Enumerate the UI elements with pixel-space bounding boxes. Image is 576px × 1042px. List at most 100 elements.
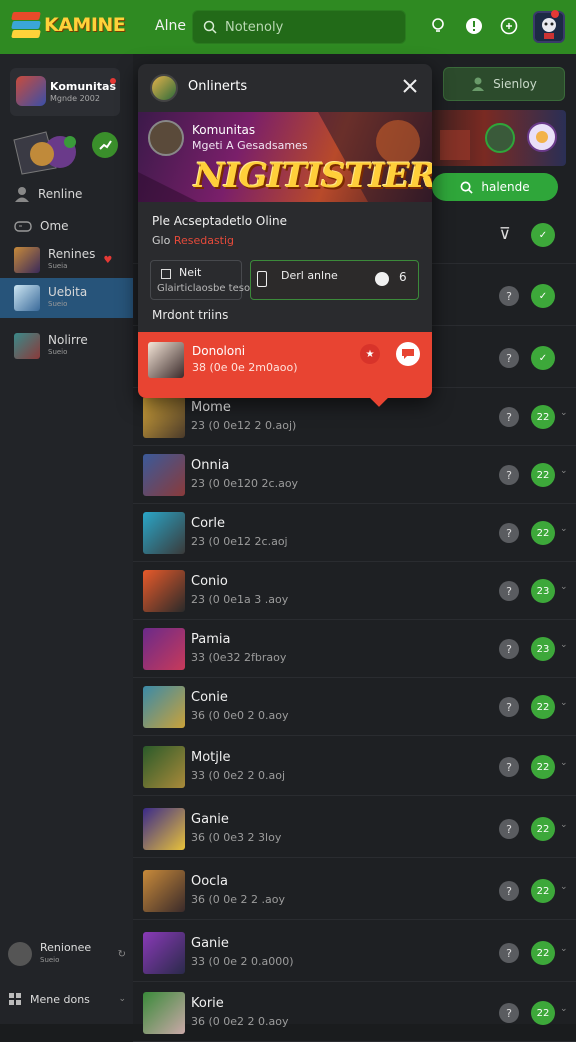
table-row[interactable]: Korie 36 (0 0e2 2 0.aoy? 22 ⌄ (133, 984, 576, 1042)
settings-icon[interactable]: ↻ (118, 949, 126, 960)
option-box-derl[interactable]: Derl anlne 6 (250, 260, 419, 300)
eye-icon[interactable] (375, 272, 389, 286)
footer-user-name: Renionee (40, 941, 92, 954)
popup-avatar (150, 74, 178, 102)
footer-user-sub: Sueio (40, 956, 60, 964)
game-meta: 38 (0e 0e 2m0aoo) (192, 361, 298, 374)
chevron-down-icon[interactable]: ⌄ (560, 820, 568, 830)
game-meta: 36 (0 0e3 2 3loy (191, 831, 282, 844)
checkbox[interactable] (161, 269, 171, 279)
info-icon[interactable]: ? (499, 881, 519, 901)
chevron-down-icon[interactable]: ⌄ (560, 582, 568, 592)
banner-headline: NIGITISTIER (194, 156, 432, 196)
game-meta: 36 (0 0e2 2 0.aoy (191, 1015, 289, 1028)
chevron-down-icon[interactable]: ⌄ (560, 408, 568, 418)
status-icon[interactable]: 22 (531, 1001, 555, 1025)
sidebar-footer-menu[interactable]: Mene dons ⌄ (8, 992, 126, 1006)
info-icon[interactable]: ? (499, 286, 519, 306)
table-row[interactable]: Onnia 23 (0 0e120 2c.aoy? 22 ⌄ (133, 446, 576, 504)
green-action-button[interactable]: halende (432, 173, 558, 201)
table-row[interactable]: Conio 23 (0 0e1a 3 .aoy? 23 ⌄ (133, 562, 576, 620)
sidebar-item-uebita[interactable]: Uebita Sueio (0, 278, 133, 318)
table-row[interactable]: Pamia 33 (0e32 2fbraoy? 23 ⌄ (133, 620, 576, 678)
game-name: Ganie (191, 812, 229, 827)
chat-icon[interactable] (498, 15, 520, 37)
status-icon[interactable]: ✓ (531, 284, 555, 308)
info-icon[interactable]: ? (499, 639, 519, 659)
option-box-neit[interactable]: Neit Glairticlaosbe tesoo (150, 260, 256, 300)
game-thumb (14, 285, 40, 311)
info-icon[interactable]: ? (499, 465, 519, 485)
popup-status: Glo Resedastig (152, 234, 234, 247)
sidebar-item-sub: Sueio (48, 348, 68, 356)
search-input[interactable]: Notenoly (192, 10, 406, 44)
info-icon[interactable]: ? (499, 819, 519, 839)
banner-line1: Komunitas (192, 123, 256, 137)
popup-header: Onlinerts (138, 64, 432, 110)
heart-icon: ♥ (103, 254, 113, 266)
section-title: Mrdont triins (152, 308, 229, 322)
status-icon[interactable]: 22 (531, 405, 555, 429)
status-icon[interactable]: 22 (531, 755, 555, 779)
status-icon[interactable]: 23 (531, 637, 555, 661)
game-thumb (143, 992, 185, 1034)
lightbulb-icon[interactable] (427, 15, 449, 37)
sidebar-profile-card[interactable]: Komunitas Mgnde 2002 (10, 68, 120, 116)
game-thumb (143, 808, 185, 850)
chat-bubble-icon[interactable] (396, 342, 420, 366)
info-icon[interactable]: ? (499, 943, 519, 963)
status-icon[interactable]: 23 (531, 579, 555, 603)
chevron-down-icon[interactable]: ⌄ (560, 882, 568, 892)
table-row[interactable]: Ganie 33 (0 0e 2 0.a000)? 22 ⌄ (133, 924, 576, 982)
status-icon[interactable]: ✓ (531, 223, 555, 247)
status-icon[interactable]: 22 (531, 817, 555, 841)
info-icon[interactable]: ? (499, 1003, 519, 1023)
status-icon[interactable]: 22 (531, 879, 555, 903)
table-row[interactable]: Ganie 36 (0 0e3 2 3loy? 22 ⌄ (133, 800, 576, 858)
alert-icon[interactable] (463, 15, 485, 37)
table-row[interactable]: Corle 23 (0 0e12 2c.aoj? 22 ⌄ (133, 504, 576, 562)
app-logo[interactable]: KAMINE (11, 12, 126, 38)
info-icon[interactable]: ? (499, 523, 519, 543)
info-icon[interactable]: ? (499, 581, 519, 601)
profile-avatar[interactable] (533, 11, 565, 43)
status-icon[interactable]: ✓ (531, 346, 555, 370)
chevron-down-icon[interactable]: ⌄ (560, 524, 568, 534)
right-header-button[interactable]: Sienloy (443, 67, 565, 101)
chevron-down-icon[interactable]: ⌄ (560, 698, 568, 708)
star-icon[interactable]: ★ (360, 344, 380, 364)
chevron-down-icon[interactable]: ⌄ (560, 1004, 568, 1014)
table-row[interactable]: Conie 36 (0 0e0 2 0.aoy? 22 ⌄ (133, 678, 576, 736)
info-icon[interactable]: ? (499, 407, 519, 427)
status-icon[interactable]: 22 (531, 463, 555, 487)
sidebar-item-label: Uebita (48, 285, 88, 299)
popup-banner[interactable]: Komunitas Mgeti A Gesadsames NIGITISTIER (138, 112, 432, 202)
top-bar: KAMINE Alne Notenoly (0, 0, 576, 54)
highlighted-game-row[interactable]: Donoloni 38 (0e 0e 2m0aoo) ★ (138, 332, 432, 398)
sidebar-item-nolirre[interactable]: Nolirre Sueio (0, 326, 133, 366)
chevron-down-icon[interactable]: ⌄ (560, 944, 568, 954)
community-banner-art[interactable] (12, 130, 82, 176)
nav-link-alne[interactable]: Alne (155, 18, 186, 34)
table-row[interactable]: Oocla 36 (0 0e 2 2 .aoy? 22 ⌄ (133, 862, 576, 920)
close-icon[interactable] (400, 76, 420, 96)
chevron-down-icon[interactable]: ⌄ (560, 466, 568, 476)
info-icon[interactable]: ? (499, 348, 519, 368)
info-icon[interactable]: ? (499, 697, 519, 717)
phone-icon (257, 271, 267, 287)
status-icon[interactable]: 22 (531, 521, 555, 545)
chevron-down-icon[interactable]: ⌄ (560, 640, 568, 650)
info-icon[interactable]: ? (499, 757, 519, 777)
status-prefix: Glo (152, 234, 171, 247)
status-icon[interactable]: 22 (531, 695, 555, 719)
table-row[interactable]: Motjle 33 (0 0e2 2 0.aoj? 22 ⌄ (133, 738, 576, 796)
status-icon[interactable]: 22 (531, 941, 555, 965)
game-meta: 23 (0 0e1a 3 .aoy (191, 593, 289, 606)
sidebar-footer-user[interactable]: Renionee Sueio ↻ (8, 942, 126, 966)
game-thumb (143, 686, 185, 728)
chevron-down-icon[interactable]: ⌄ (560, 758, 568, 768)
sidebar-item-renines[interactable]: Renines Sueia ♥ (0, 240, 133, 280)
hero-strip-art[interactable] (430, 110, 566, 166)
game-name: Donoloni (192, 344, 246, 358)
add-community-button[interactable] (92, 132, 118, 158)
